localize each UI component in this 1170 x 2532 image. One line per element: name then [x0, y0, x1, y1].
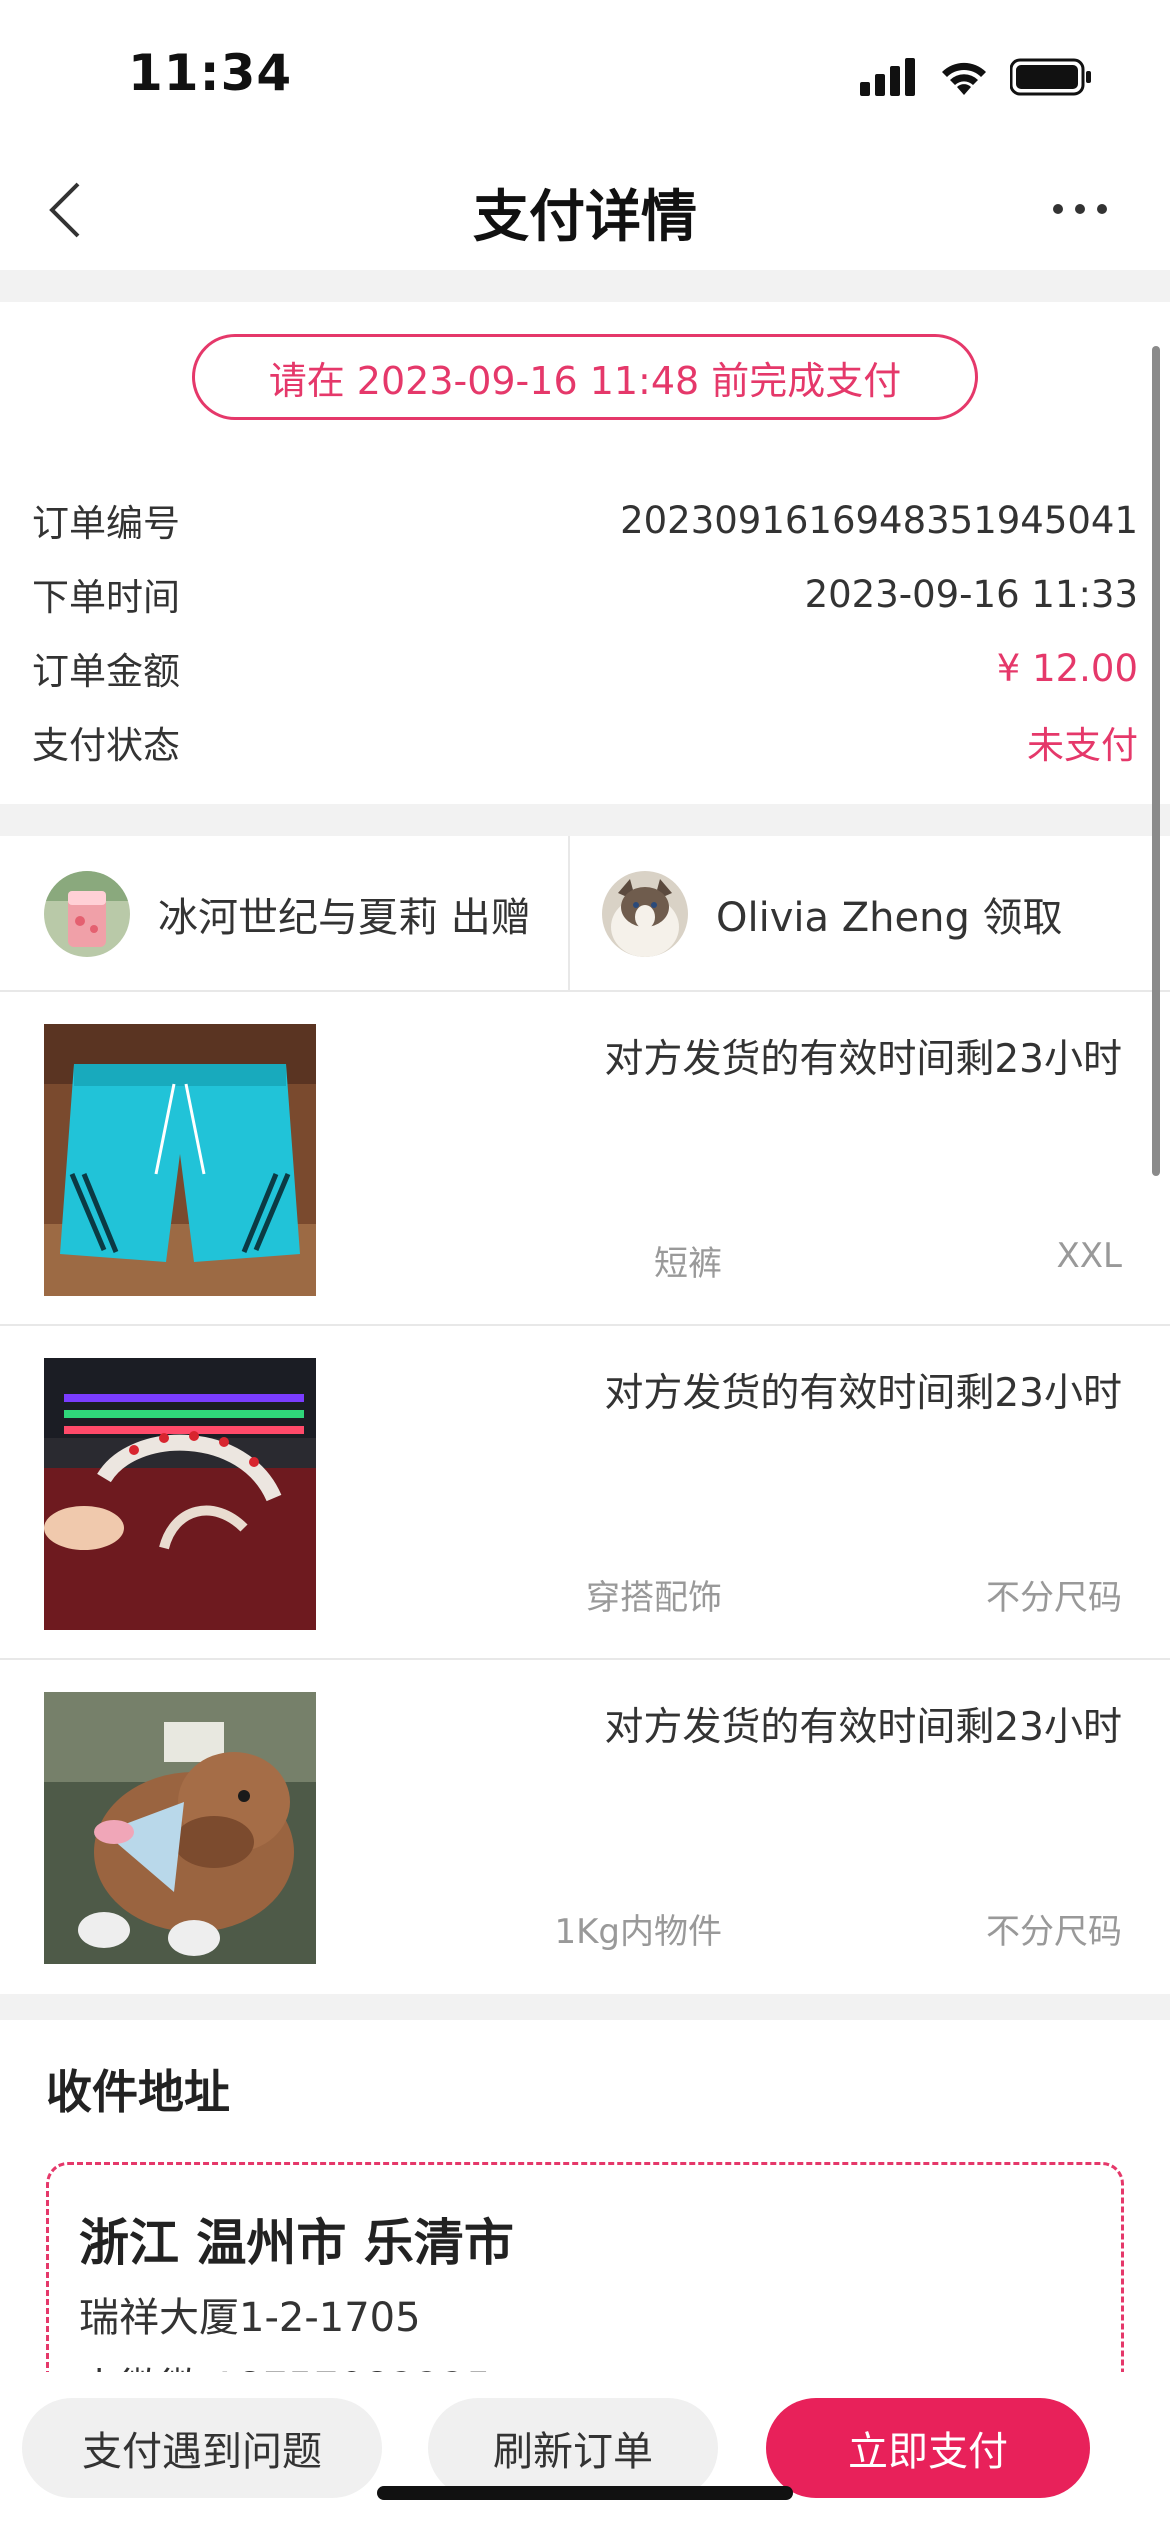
item-category: 1Kg内物件	[554, 1912, 722, 1952]
receiver-avatar	[602, 871, 688, 957]
payment-status-label: 支付状态	[32, 724, 180, 767]
nav-bar: 支付详情	[0, 150, 1170, 270]
receiver-name: Olivia Zheng 领取	[716, 895, 1063, 941]
payment-status-row: 支付状态 未支付	[32, 712, 1138, 772]
status-bar: 11:34	[0, 0, 1170, 150]
order-amount-label: 订单金额	[32, 650, 180, 693]
order-number-row: 订单编号 2023091616948351945041	[32, 490, 1138, 550]
parties-row: 冰河世纪与夏莉 出赠 Olivia Zheng 领取	[0, 836, 1170, 992]
order-info-card: 请在 2023-09-16 11:48 前完成支付 订单编号 202309161…	[0, 302, 1170, 804]
more-button[interactable]	[1040, 184, 1120, 234]
order-amount-row: 订单金额 ¥ 12.00	[32, 638, 1138, 698]
battery-icon	[1010, 58, 1091, 96]
address-card[interactable]: 浙江 温州市 乐清市 瑞祥大厦1-2-1705 小微微 18757082225	[46, 2162, 1124, 2402]
party-divider	[568, 836, 570, 992]
payment-problem-button[interactable]: 支付遇到问题	[22, 2398, 382, 2498]
section-divider	[0, 1994, 1170, 2020]
address-region: 浙江 温州市 乐清市	[79, 2214, 514, 2272]
order-time-value: 2023-09-16 11:33	[804, 572, 1138, 616]
item-shipping-deadline: 对方发货的有效时间剩23小时	[604, 1705, 1122, 1750]
address-title: 收件地址	[46, 2065, 230, 2119]
order-time-label: 下单时间	[32, 576, 180, 619]
order-amount-value: ¥ 12.00	[996, 646, 1138, 690]
payment-status-value: 未支付	[1027, 724, 1138, 767]
order-number-label: 订单编号	[32, 502, 180, 545]
item-size: 不分尺码	[986, 1578, 1122, 1618]
item-thumbnail-shorts	[44, 1024, 316, 1296]
item-thumbnail-plush-dog	[44, 1692, 316, 1964]
page-title: 支付详情	[473, 185, 697, 250]
section-divider	[0, 804, 1170, 836]
status-time: 11:34	[128, 44, 293, 102]
item-shipping-deadline: 对方发货的有效时间剩23小时	[604, 1371, 1122, 1416]
wifi-icon	[942, 62, 986, 95]
giver-name: 冰河世纪与夏莉 出赠	[158, 895, 531, 941]
list-item[interactable]: 对方发货的有效时间剩23小时 短裤 XXL	[0, 994, 1170, 1326]
item-category: 短裤	[654, 1244, 722, 1284]
pay-now-button[interactable]: 立即支付	[766, 2398, 1090, 2498]
item-shipping-deadline: 对方发货的有效时间剩23小时	[604, 1037, 1122, 1082]
scrollbar[interactable]	[1152, 346, 1160, 1176]
status-icons	[860, 52, 1092, 102]
address-street: 瑞祥大厦1-2-1705	[79, 2295, 421, 2341]
giver-avatar	[44, 871, 130, 957]
home-indicator[interactable]	[377, 2486, 793, 2500]
refresh-order-button[interactable]: 刷新订单	[428, 2398, 718, 2498]
section-divider	[0, 270, 1170, 302]
item-size: 不分尺码	[986, 1912, 1122, 1952]
bottom-action-bar: 支付遇到问题 刷新订单 立即支付	[0, 2372, 1170, 2532]
item-thumbnail-headband	[44, 1358, 316, 1630]
item-category: 穿搭配饰	[586, 1578, 722, 1618]
list-item[interactable]: 对方发货的有效时间剩23小时 穿搭配饰 不分尺码	[0, 1328, 1170, 1660]
order-time-row: 下单时间 2023-09-16 11:33	[32, 564, 1138, 624]
payment-deadline-badge: 请在 2023-09-16 11:48 前完成支付	[192, 334, 978, 420]
giver[interactable]: 冰河世纪与夏莉 出赠	[44, 836, 564, 992]
list-item[interactable]: 对方发货的有效时间剩23小时 1Kg内物件 不分尺码	[0, 1662, 1170, 1994]
more-dots-icon	[1053, 204, 1107, 214]
order-number-value: 2023091616948351945041	[620, 498, 1138, 542]
receiver[interactable]: Olivia Zheng 领取	[602, 836, 1142, 992]
item-size: XXL	[1056, 1236, 1122, 1276]
cellular-signal-icon	[860, 58, 915, 96]
